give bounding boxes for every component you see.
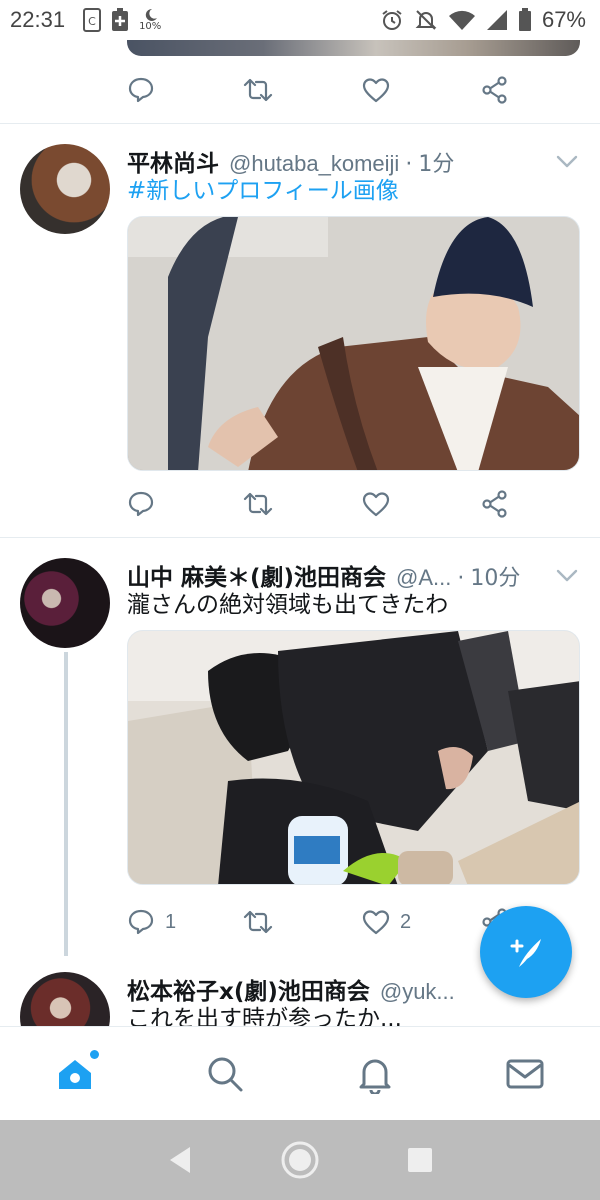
like-button[interactable]: [362, 72, 390, 108]
reply-icon: [128, 491, 154, 517]
tweet-photo: [128, 217, 579, 470]
retweet-button[interactable]: [243, 486, 273, 522]
reply-button[interactable]: [127, 486, 155, 522]
share-button[interactable]: [481, 72, 509, 108]
tweet-actions: 1 2: [127, 904, 517, 940]
battery-icon: [518, 8, 532, 32]
user-handle[interactable]: @A...: [396, 565, 451, 591]
tweet-text: 瀧さんの絶対領域も出てきたわ: [127, 592, 449, 618]
avatar[interactable]: [20, 972, 110, 1026]
wifi-icon: [448, 9, 476, 31]
display-name[interactable]: 平林尚斗: [127, 144, 219, 178]
heart-icon: [362, 492, 390, 517]
compose-tweet-button[interactable]: [480, 906, 572, 998]
search-icon: [208, 1057, 243, 1091]
chevron-down-icon[interactable]: [554, 148, 580, 174]
bell-icon: [359, 1059, 391, 1094]
new-tweets-dot: [90, 1049, 99, 1059]
back-button[interactable]: [156, 1136, 204, 1184]
battery-percent: 67%: [541, 7, 586, 32]
tweet-time[interactable]: 10分: [470, 560, 520, 592]
tweet-text: #新しいプロフィール画像: [127, 176, 580, 206]
share-icon: [482, 76, 507, 104]
retweet-button[interactable]: [243, 72, 273, 108]
tab-messages[interactable]: [485, 1044, 565, 1104]
signal-icon: [486, 9, 508, 31]
retweet-icon: [243, 910, 273, 934]
battery-saver-icon: [111, 8, 129, 32]
tweet-photo: [128, 631, 579, 884]
tab-notifications[interactable]: [335, 1044, 415, 1104]
status-bar: 22:31 C 10% 67%: [0, 0, 600, 40]
system-nav-bar: [0, 1120, 600, 1200]
heart-icon: [362, 910, 390, 935]
app-notification-icon: C: [83, 8, 102, 32]
tweet-text: これを出す時が参ったか...: [127, 1006, 402, 1026]
home-icon: [59, 1059, 91, 1089]
display-name[interactable]: 松本裕子x(劇)池田商会: [127, 972, 370, 1006]
svg-text:C: C: [88, 15, 96, 28]
bottom-tab-bar: [0, 1026, 600, 1120]
home-system-button[interactable]: [276, 1136, 324, 1184]
tweet[interactable]: 山中 麻美＊(劇)池田商会 @A... · 10分 瀧さんの絶対領域も出てきたわ: [0, 538, 600, 956]
reply-count: 1: [165, 910, 177, 933]
tweet-media[interactable]: [127, 216, 580, 471]
recents-button[interactable]: [396, 1136, 444, 1184]
user-handle[interactable]: @yuk...: [380, 979, 455, 1005]
retweet-icon: [243, 78, 273, 102]
mail-icon: [506, 1059, 544, 1088]
tweet-header: 松本裕子x(劇)池田商会 @yuk...: [127, 972, 480, 1006]
tweet-header: 平林尚斗 @hutaba_komeiji · 1分: [127, 144, 544, 178]
moon-percent: 10%: [139, 21, 162, 32]
recents-square-icon: [408, 1148, 432, 1172]
status-time: 22:31: [10, 7, 66, 32]
tweet[interactable]: 平林尚斗 @hutaba_komeiji · 1分 #新しいプロフィール画像: [0, 124, 600, 538]
tweet-partial[interactable]: [0, 40, 600, 124]
share-icon: [482, 490, 507, 518]
like-count: 2: [400, 910, 412, 933]
tweet-header: 山中 麻美＊(劇)池田商会 @A... · 10分: [127, 558, 544, 592]
avatar[interactable]: [20, 144, 110, 234]
tab-home[interactable]: [35, 1044, 115, 1104]
like-button[interactable]: [362, 486, 390, 522]
timeline-feed[interactable]: 平林尚斗 @hutaba_komeiji · 1分 #新しいプロフィール画像 山…: [0, 40, 600, 1026]
reply-icon: [128, 909, 154, 935]
tweet-media-partial[interactable]: [127, 40, 580, 56]
heart-icon: [362, 78, 390, 103]
reply-icon: [128, 77, 154, 103]
reply-button[interactable]: [127, 72, 155, 108]
avatar[interactable]: [20, 558, 110, 648]
display-name[interactable]: 山中 麻美＊(劇)池田商会: [127, 558, 386, 592]
chevron-down-icon[interactable]: [554, 562, 580, 588]
share-button[interactable]: [481, 486, 509, 522]
compose-tweet-icon: [510, 939, 541, 967]
retweet-button[interactable]: [243, 904, 273, 940]
thread-connector: [64, 652, 68, 956]
tweet-time[interactable]: 1分: [418, 146, 454, 178]
mute-icon: [414, 8, 438, 32]
tweet-actions: [127, 72, 517, 108]
like-button[interactable]: 2: [362, 904, 411, 940]
user-handle[interactable]: @hutaba_komeiji: [229, 151, 399, 177]
separator-dot: ·: [457, 566, 465, 591]
reply-button[interactable]: 1: [127, 904, 176, 940]
alarm-icon: [380, 8, 404, 32]
moon-icon: 10%: [139, 8, 161, 32]
tweet-actions: [127, 486, 517, 522]
home-circle-icon: [281, 1141, 319, 1179]
tab-search[interactable]: [185, 1044, 265, 1104]
retweet-icon: [243, 492, 273, 516]
hashtag-link[interactable]: #新しいプロフィール画像: [127, 178, 399, 204]
back-triangle-icon: [170, 1147, 190, 1173]
separator-dot: ·: [405, 152, 413, 177]
tweet-media[interactable]: [127, 630, 580, 885]
